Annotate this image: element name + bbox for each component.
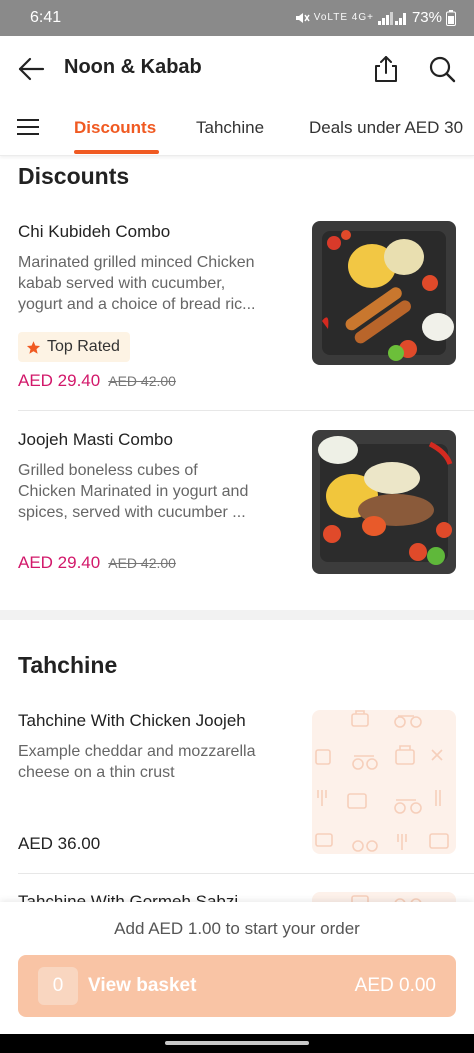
hamburger-menu-icon bbox=[17, 119, 39, 135]
status-time: 6:41 bbox=[30, 9, 62, 26]
section-title-discounts: Discounts bbox=[18, 163, 130, 189]
placeholder-pattern-icon bbox=[312, 710, 456, 854]
tab-tahchine[interactable]: Tahchine bbox=[196, 118, 264, 138]
active-tab-indicator bbox=[74, 150, 159, 154]
system-nav-bar bbox=[0, 1034, 474, 1053]
item-name: Tahchine With Chicken Joojeh bbox=[18, 711, 246, 730]
tab-deals-under-30[interactable]: Deals under AED 30 bbox=[309, 118, 463, 138]
signal-icon bbox=[377, 11, 406, 25]
item-image-chi-kubideh[interactable] bbox=[312, 221, 456, 365]
status-right: VoLTE 4G+ 73% bbox=[294, 9, 456, 26]
section-separator bbox=[0, 610, 474, 620]
item-description: Grilled boneless cubes of Chicken Marina… bbox=[18, 462, 249, 521]
top-rated-badge: Top Rated bbox=[18, 332, 130, 362]
status-bar: 6:41 VoLTE 4G+ 73% bbox=[0, 0, 474, 36]
item-name: Chi Kubideh Combo bbox=[18, 222, 171, 241]
item-name: Joojeh Masti Combo bbox=[18, 430, 173, 449]
basket-total: AED 0.00 bbox=[354, 975, 436, 996]
app-header: Noon & Kabab bbox=[0, 36, 474, 100]
back-button[interactable] bbox=[16, 54, 46, 84]
item-description: Example cheddar and mozzarella cheese on… bbox=[18, 743, 256, 781]
tab-discounts[interactable]: Discounts bbox=[74, 118, 156, 138]
category-menu-button[interactable] bbox=[16, 117, 40, 137]
section-title-tahchine: Tahchine bbox=[18, 652, 118, 678]
category-tabbar: Discounts Tahchine Deals under AED 30 bbox=[0, 100, 474, 156]
share-button[interactable] bbox=[372, 54, 400, 84]
item-placeholder-image[interactable] bbox=[312, 710, 456, 854]
item-price: AED 29.40 AED 42.00 bbox=[18, 553, 176, 573]
search-button[interactable] bbox=[428, 54, 456, 84]
home-gesture-handle[interactable] bbox=[165, 1041, 309, 1045]
star-icon bbox=[26, 340, 41, 354]
battery-percent: 73% bbox=[411, 9, 442, 26]
minimum-order-message: Add AED 1.00 to start your order bbox=[114, 919, 360, 938]
item-price: AED 36.00 bbox=[18, 834, 101, 853]
basket-panel: Add AED 1.00 to start your order 0 View … bbox=[0, 902, 474, 1034]
item-divider bbox=[18, 873, 474, 874]
mute-icon bbox=[295, 12, 310, 23]
view-basket-button[interactable]: 0 View basket AED 0.00 bbox=[18, 955, 456, 1017]
item-image-joojeh-masti[interactable] bbox=[312, 430, 456, 574]
network-indicators: VoLTE 4G+ bbox=[313, 12, 374, 23]
item-divider bbox=[18, 410, 474, 411]
basket-item-count: 0 bbox=[38, 967, 78, 1005]
search-icon bbox=[429, 56, 456, 83]
item-description: Marinated grilled minced Chicken kabab s… bbox=[18, 254, 256, 313]
arrow-left-icon bbox=[18, 57, 45, 81]
item-price: AED 29.40 AED 42.00 bbox=[18, 371, 176, 391]
view-basket-label: View basket bbox=[88, 975, 197, 996]
battery-icon bbox=[446, 9, 456, 26]
share-icon bbox=[375, 56, 397, 82]
original-price: AED 42.00 bbox=[108, 373, 176, 389]
original-price: AED 42.00 bbox=[108, 555, 176, 571]
discount-price: AED 29.40 bbox=[18, 371, 101, 390]
discount-price: AED 29.40 bbox=[18, 553, 101, 572]
restaurant-title: Noon & Kabab bbox=[64, 56, 202, 78]
badge-label: Top Rated bbox=[47, 338, 120, 355]
